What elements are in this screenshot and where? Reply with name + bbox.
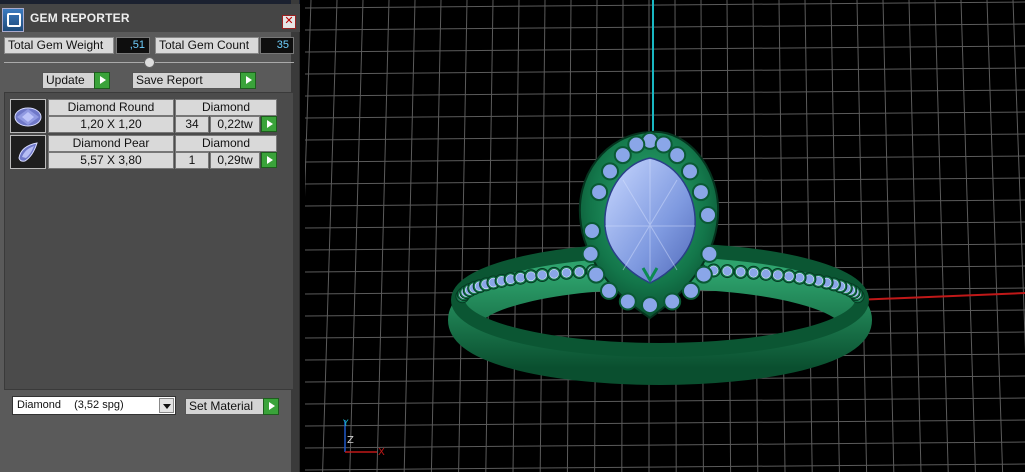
halo-diamond xyxy=(663,292,682,311)
pave-diamond xyxy=(794,272,805,283)
pear-gem-icon xyxy=(18,142,38,162)
gem-thumbnail xyxy=(10,135,46,169)
total-gem-count-value: 35 xyxy=(260,37,294,54)
panel-titlebar: GEM REPORTER ✕ xyxy=(0,4,300,32)
chevron-down-icon[interactable] xyxy=(159,398,174,413)
pave-diamond xyxy=(761,269,771,279)
halo-diamond xyxy=(682,281,700,300)
gem-weight: 0,22tw xyxy=(210,116,260,133)
panel-title: GEM REPORTER xyxy=(30,11,130,25)
pave-diamond xyxy=(526,271,536,282)
play-arrow-icon xyxy=(94,72,110,89)
gem-material: Diamond xyxy=(175,99,277,116)
halo-diamond xyxy=(654,135,673,154)
gem-reporter-panel: GEM REPORTER ✕ Total Gem Weight ,51 Tota… xyxy=(0,0,300,472)
set-material-button[interactable]: Set Material xyxy=(185,398,279,415)
gem-reporter-app-icon xyxy=(2,8,24,32)
halo-diamond xyxy=(600,281,618,300)
axis-x-label: X xyxy=(378,447,385,458)
gem-weight: 0,29tw xyxy=(210,152,260,169)
pave-diamond xyxy=(537,270,548,280)
pave-diamond xyxy=(748,267,759,278)
material-select-value: Diamond xyxy=(17,399,62,411)
halo-diamond xyxy=(587,265,606,284)
halo-diamond xyxy=(668,146,687,165)
halo-diamond xyxy=(583,222,601,240)
axis-z-label: Z xyxy=(347,435,354,446)
axis-y-label: Y xyxy=(342,419,349,429)
gem-size: 1,20 X 1,20 xyxy=(48,116,174,133)
collapse-toggle-icon[interactable] xyxy=(144,57,155,68)
halo-diamond xyxy=(613,146,632,165)
total-gem-weight-label: Total Gem Weight xyxy=(4,37,114,54)
gem-count: 1 xyxy=(175,152,209,169)
gem-row[interactable]: Diamond Round Diamond 1,20 X 1,20 34 0,2… xyxy=(10,99,277,133)
halo-diamond xyxy=(581,244,600,263)
viewport-canvas: Z X Y xyxy=(305,0,1025,472)
set-material-button-label: Set Material xyxy=(189,399,254,413)
play-arrow-icon xyxy=(240,72,256,89)
update-button-label: Update xyxy=(46,73,85,87)
pave-diamond xyxy=(561,267,572,278)
pave-diamond xyxy=(772,270,783,280)
gem-name: Diamond Round xyxy=(48,99,174,116)
halo-diamond xyxy=(699,206,717,224)
gem-size: 5,57 X 3,80 xyxy=(48,152,174,169)
close-icon[interactable]: ✕ xyxy=(282,15,296,29)
gem-material: Diamond xyxy=(175,135,277,152)
halo-diamond xyxy=(694,265,713,284)
save-report-button-label: Save Report xyxy=(136,73,203,87)
halo-diamond xyxy=(691,183,710,202)
halo-diamond xyxy=(590,183,609,202)
round-gem-icon xyxy=(14,107,42,127)
pave-diamond xyxy=(549,269,559,279)
3d-viewport[interactable]: Z X Y xyxy=(305,0,1025,472)
gem-select-arrow-icon[interactable] xyxy=(261,152,277,168)
total-gem-weight-value: ,51 xyxy=(116,37,150,54)
pave-diamond xyxy=(722,266,733,276)
halo-diamond xyxy=(627,135,646,154)
play-arrow-icon xyxy=(263,398,279,415)
halo-diamond xyxy=(601,162,619,181)
pave-diamond xyxy=(574,267,585,277)
gem-name: Diamond Pear xyxy=(48,135,174,152)
x-axis-line xyxy=(854,292,1025,301)
total-gem-count-label: Total Gem Count xyxy=(155,37,259,54)
save-report-button[interactable]: Save Report xyxy=(132,72,256,89)
gem-thumbnail xyxy=(10,99,46,133)
material-select-spg: (3,52 spg) xyxy=(74,399,124,411)
update-button[interactable]: Update xyxy=(42,72,110,89)
material-select[interactable]: Diamond (3,52 spg) xyxy=(12,396,176,415)
pave-diamond xyxy=(735,267,746,277)
halo-diamond xyxy=(681,162,699,181)
halo-diamond xyxy=(618,292,637,311)
gem-row[interactable]: Diamond Pear Diamond 5,57 X 3,80 1 0,29t… xyxy=(10,135,277,169)
halo-diamond xyxy=(700,244,719,263)
gem-select-arrow-icon[interactable] xyxy=(261,116,277,132)
pave-diamond xyxy=(515,272,526,283)
pave-diamond xyxy=(784,271,794,282)
gem-count: 34 xyxy=(175,116,209,133)
halo-diamond xyxy=(641,296,659,315)
